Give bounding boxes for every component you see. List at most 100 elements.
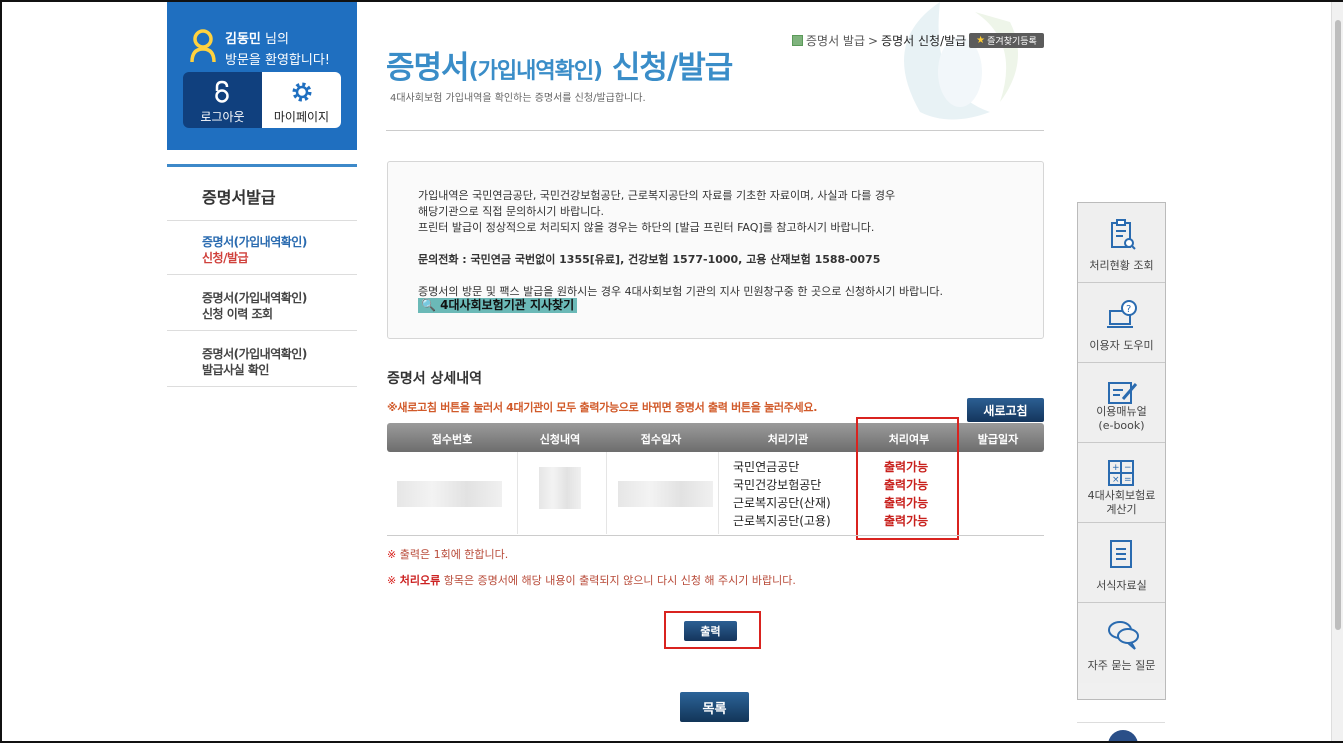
sidebar-item-label: 발급사실 확인 (202, 363, 269, 377)
sidebar-item-history[interactable]: 증명서(가입내역확인) 신청 이력 조회 (202, 290, 307, 322)
note-mark: ※ (387, 548, 397, 561)
column-header: 신청내역 (539, 433, 581, 446)
quick-item-label: 자주 묻는 질문 (1087, 659, 1156, 672)
home-icon[interactable] (792, 35, 803, 46)
notice-text: 가입내역은 국민연금공단, 국민건강보험공단, 근로복지공단의 자료를 기초한 … (418, 189, 896, 202)
bookmark-button[interactable]: ★ 즐겨찾기등록 (969, 33, 1044, 48)
refresh-warning: ※새로고침 버튼을 눌러서 4대기관이 모두 출력가능으로 바뀌면 증명서 출력… (387, 401, 818, 414)
laptop-help-icon: ? (1107, 300, 1137, 328)
search-icon: 🔍 (421, 298, 436, 312)
quick-item-status-check[interactable]: 처리현황 조회 (1078, 203, 1165, 283)
user-name: 김동민 (225, 32, 261, 47)
list-button[interactable]: 목록 (680, 692, 749, 722)
svg-text:+: + (1112, 463, 1120, 473)
status-highlight-box (856, 417, 959, 540)
logout-button[interactable]: 로그아웃 (183, 72, 262, 128)
table-bottom-line (387, 535, 1044, 536)
gear-icon (292, 82, 312, 102)
document-icon (1110, 540, 1132, 568)
quick-menu: 처리현황 조회 ? 이용자 도우미 이용매뉴얼 (e-book) + − × = (1077, 202, 1166, 700)
redacted-request-item (539, 467, 581, 509)
svg-text:=: = (1124, 475, 1132, 485)
sidebar-item-apply-issue[interactable]: 증명서(가입내역확인) 신청/발급 (202, 234, 307, 266)
welcome-text: 방문을 환영합니다! (225, 53, 331, 68)
mypage-label: 마이페이지 (273, 110, 330, 124)
quick-item-label: 이용자 도우미 (1089, 339, 1154, 352)
redacted-receipt-number (397, 481, 502, 507)
notice-box: 가입내역은 국민연금공단, 국민건강보험공단, 근로복지공단의 자료를 기초한 … (387, 161, 1044, 339)
note-print-once: ※ 출력은 1회에 한합니다. (387, 546, 508, 562)
page-title-part: (가입내역확인) (468, 59, 604, 84)
column-header: 접수일자 (640, 433, 682, 446)
notice-text: 해당기관으로 직접 문의하시기 바랍니다. (418, 205, 605, 218)
sidebar-item-label: 신청 이력 조회 (202, 307, 273, 321)
quick-item-label: 4대사회보험료 (1087, 489, 1156, 502)
scrollbar-thumb[interactable] (1335, 20, 1341, 630)
user-icon (190, 29, 216, 63)
clipboard-search-icon (1111, 219, 1136, 250)
breadcrumb: 증명서 발급 > 증명서 신청/발급 (792, 32, 966, 49)
quick-item-label: (e-book) (1098, 419, 1145, 432)
note-processing-error: ※ 처리오류 항목은 증명서에 해당 내용이 출력되지 않으니 다시 신청 해 … (387, 572, 796, 588)
quick-item-label: 서식자료실 (1096, 579, 1147, 592)
breadcrumb-separator: > (868, 33, 879, 48)
sidebar-item-verify[interactable]: 증명서(가입내역확인) 발급사실 확인 (202, 346, 307, 378)
quick-item-user-help[interactable]: ? 이용자 도우미 (1078, 283, 1165, 363)
notice-text: 프린터 발급이 정상적으로 처리되지 않을 경우는 하단의 [발급 프린터 FA… (418, 221, 875, 234)
note-bold: 처리오류 (399, 574, 441, 587)
logout-label: 로그아웃 (200, 110, 245, 124)
svg-text:×: × (1112, 475, 1120, 485)
column-header: 접수번호 (431, 433, 473, 446)
quick-menu-bottom-line (1077, 722, 1165, 723)
detail-title: 증명서 상세내역 (387, 371, 483, 387)
sidebar-divider (167, 330, 357, 331)
column-header: 처리기관 (767, 433, 809, 446)
print-button[interactable]: 출력 (684, 621, 737, 641)
notice-text: 증명서의 방문 및 팩스 발급을 원하시는 경우 4대사회보험 기관의 지사 민… (418, 285, 943, 298)
vertical-scrollbar[interactable] (1331, 0, 1343, 743)
column-divider (517, 452, 518, 534)
scroll-top-button[interactable] (1108, 730, 1138, 743)
quick-item-faq[interactable]: 자주 묻는 질문 (1078, 603, 1165, 683)
sidebar-item-label: 증명서(가입내역확인) (202, 291, 307, 305)
page-subtitle: 4대사회보험 가입내역을 확인하는 증명서를 신청/발급합니다. (390, 93, 646, 104)
sidebar-title-bar (167, 164, 357, 167)
column-divider (606, 452, 607, 534)
branch-search-label: 4대사회보험기관 지사찾기 (440, 298, 575, 312)
branch-search-link[interactable]: 🔍 4대사회보험기관 지사찾기 (418, 298, 578, 313)
quick-item-label: 계산기 (1106, 503, 1137, 516)
calculator-icon: + − × = (1108, 460, 1134, 486)
page-title: 증명서(가입내역확인) 신청/발급 (386, 42, 733, 87)
user-name-line: 김동민 님의 (225, 28, 289, 47)
redacted-receipt-date (618, 481, 713, 507)
org-name: 국민연금공단 (733, 460, 800, 474)
mypage-button[interactable]: 마이페이지 (262, 72, 341, 128)
notice-phone: 문의전화 : 국민연금 국번없이 1355[유료], 건강보험 1577-100… (418, 253, 881, 266)
org-name: 근로복지공단(고용) (733, 514, 831, 528)
sidebar-divider (167, 220, 357, 221)
sidebar-item-label: 증명서(가입내역확인) (202, 235, 307, 249)
sidebar-title: 증명서발급 (202, 188, 276, 207)
lock-open-icon (215, 80, 229, 103)
column-divider (718, 452, 719, 534)
page-title-part: 신청/발급 (602, 50, 733, 86)
quick-item-manual[interactable]: 이용매뉴얼 (e-book) (1078, 363, 1165, 443)
user-welcome-box: 김동민 님의 방문을 환영합니다! 로그아웃 마이페이지 (167, 2, 357, 150)
quick-item-label: 처리현황 조회 (1089, 259, 1154, 272)
bookmark-label: 즐겨찾기등록 (987, 37, 1037, 47)
quick-item-forms[interactable]: 서식자료실 (1078, 523, 1165, 603)
sidebar-divider (167, 386, 357, 387)
sidebar-divider (167, 274, 357, 275)
note-mark: ※ (387, 574, 397, 587)
svg-text:−: − (1124, 463, 1132, 473)
refresh-button[interactable]: 새로고침 (967, 398, 1044, 422)
title-divider (386, 130, 1044, 131)
note-text: 항목은 증명서에 해당 내용이 출력되지 않으니 다시 신청 해 주시기 바랍니… (440, 574, 796, 587)
org-name: 근로복지공단(산재) (733, 496, 831, 510)
sidebar-item-label: 증명서(가입내역확인) (202, 347, 307, 361)
breadcrumb-current: 증명서 신청/발급 (881, 34, 967, 48)
svg-text:?: ? (1126, 304, 1131, 315)
breadcrumb-parent[interactable]: 증명서 발급 (806, 32, 865, 49)
quick-item-calculator[interactable]: + − × = 4대사회보험료 계산기 (1078, 443, 1165, 523)
quick-item-label: 이용매뉴얼 (1096, 405, 1147, 418)
